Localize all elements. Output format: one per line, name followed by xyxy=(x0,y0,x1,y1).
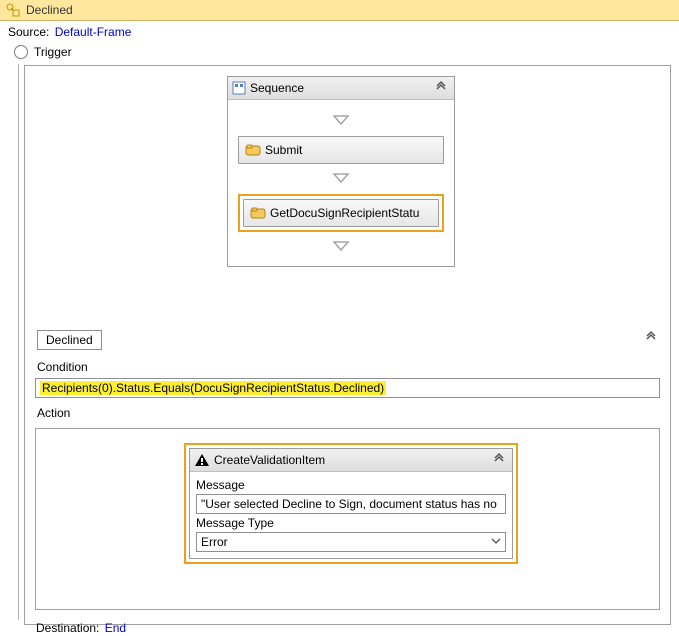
activity-label: Submit xyxy=(265,143,302,157)
submit-activity[interactable]: Submit xyxy=(238,136,444,164)
source-label: Source: xyxy=(8,25,49,39)
trigger-label: Trigger xyxy=(34,45,72,59)
declined-group-row: Declined xyxy=(33,330,662,350)
destination-link[interactable]: End xyxy=(105,621,126,635)
get-docusign-recipient-status-activity[interactable]: GetDocuSignRecipientStatu xyxy=(243,199,439,227)
message-type-value: Error xyxy=(201,535,491,549)
flow-arrow-icon xyxy=(238,232,444,262)
message-type-label: Message Type xyxy=(196,516,506,530)
action-label: Action xyxy=(37,406,70,420)
activity-icon xyxy=(250,206,270,220)
source-link[interactable]: Default-Frame xyxy=(55,25,132,39)
designer-canvas[interactable]: Sequence Submit xyxy=(24,65,671,625)
sequence-title: Sequence xyxy=(250,81,432,95)
create-validation-item-title: CreateValidationItem xyxy=(214,453,490,467)
sequence-header[interactable]: Sequence xyxy=(228,77,454,100)
source-line: Source: Default-Frame xyxy=(0,21,679,43)
action-panel[interactable]: CreateValidationItem Message "User selec… xyxy=(35,428,660,610)
condition-input[interactable]: Recipients(0).Status.Equals(DocuSignReci… xyxy=(35,378,660,398)
workflow-icon xyxy=(6,3,20,17)
message-input[interactable]: "User selected Decline to Sign, document… xyxy=(196,494,506,514)
message-label: Message xyxy=(196,478,506,492)
sequence-block[interactable]: Sequence Submit xyxy=(227,76,455,267)
create-validation-item-header[interactable]: CreateValidationItem xyxy=(190,449,512,472)
warning-icon xyxy=(194,453,214,467)
activity-label: GetDocuSignRecipientStatu xyxy=(270,206,419,220)
create-validation-item-body: Message "User selected Decline to Sign, … xyxy=(190,472,512,558)
destination-label: Destination: xyxy=(36,621,99,635)
declined-tab[interactable]: Declined xyxy=(37,330,102,350)
page-title: Declined xyxy=(26,3,73,17)
flow-arrow-icon xyxy=(238,106,444,136)
selected-activity-highlight: GetDocuSignRecipientStatu xyxy=(238,194,444,232)
create-validation-item-highlight: CreateValidationItem Message "User selec… xyxy=(184,443,518,564)
message-type-select[interactable]: Error xyxy=(196,532,506,552)
create-validation-item-activity[interactable]: CreateValidationItem Message "User selec… xyxy=(189,448,513,559)
trigger-radio-icon[interactable] xyxy=(14,45,28,59)
activity-icon xyxy=(245,143,265,157)
validation-collapse-icon[interactable] xyxy=(490,452,508,469)
connector-line xyxy=(18,64,19,620)
declined-collapse-icon[interactable] xyxy=(644,330,658,347)
trigger-line[interactable]: Trigger xyxy=(0,43,679,65)
title-bar: Declined xyxy=(0,0,679,21)
condition-value: Recipients(0).Status.Equals(DocuSignReci… xyxy=(40,381,386,395)
condition-label: Condition xyxy=(37,360,88,374)
destination-line: Destination: End xyxy=(36,621,126,635)
sequence-body: Submit GetDocuSignRecipientStatu xyxy=(228,100,454,266)
sequence-icon xyxy=(232,81,250,95)
flow-arrow-icon xyxy=(238,164,444,194)
dropdown-icon xyxy=(491,535,501,549)
sequence-collapse-icon[interactable] xyxy=(432,80,450,97)
